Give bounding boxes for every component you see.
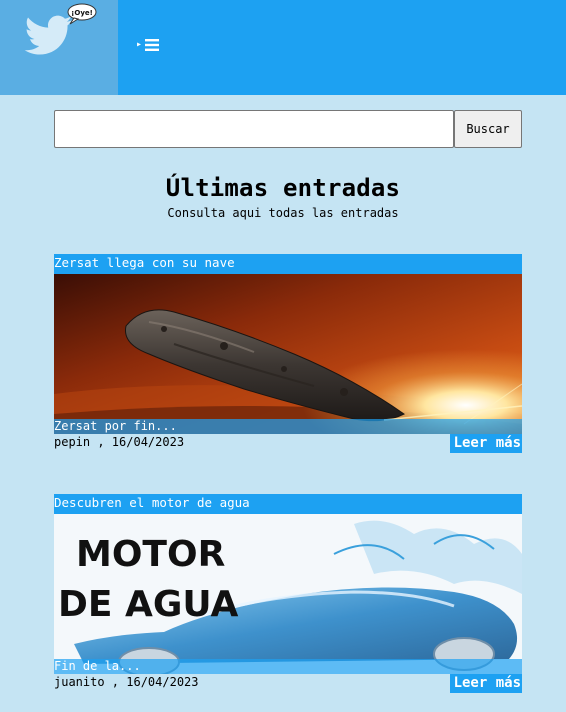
post-meta: pepin , 16/04/2023 (54, 435, 185, 449)
image-text-de-agua: DE AGUA (58, 584, 239, 625)
post-meta: juanito , 16/04/2023 (54, 675, 199, 689)
asteroid-illustration (54, 274, 522, 434)
read-more-link[interactable]: Leer más (450, 674, 522, 693)
water-car-image[interactable]: MOTOR DE AGUA Fin de la... (54, 514, 522, 674)
page-subtitle: Consulta aqui todas las entradas (167, 206, 399, 220)
hamburger-icon (145, 39, 160, 51)
water-car-illustration: MOTOR DE AGUA (54, 514, 522, 674)
post-excerpt: Zersat por fin... (54, 419, 522, 434)
image-text-motor: MOTOR (76, 534, 225, 575)
top-header: ¡Oye! ▸ (0, 0, 566, 95)
site-logo[interactable]: ¡Oye! (0, 0, 118, 95)
menu-toggle-button[interactable]: ▸ (136, 34, 160, 56)
post-title[interactable]: Descubren el motor de agua (54, 494, 522, 514)
post-card: Descubren el motor de agua MOTOR DE AGUA… (54, 494, 522, 693)
twitter-bird-icon: ¡Oye! (24, 3, 97, 55)
page-title: Últimas entradas (165, 174, 401, 202)
post-excerpt: Fin de la... (54, 659, 522, 674)
asteroid-image[interactable]: Zersat por fin... (54, 274, 522, 434)
search-button[interactable]: Buscar (454, 110, 522, 148)
logo-bubble-text: ¡Oye! (71, 9, 93, 17)
post-title[interactable]: Zersat llega con su nave (54, 254, 522, 274)
caret-right-icon: ▸ (136, 39, 143, 50)
read-more-link[interactable]: Leer más (450, 434, 522, 453)
post-card: Zersat llega con su nave Zersat por fin.… (54, 254, 522, 453)
search-input[interactable] (54, 110, 454, 148)
